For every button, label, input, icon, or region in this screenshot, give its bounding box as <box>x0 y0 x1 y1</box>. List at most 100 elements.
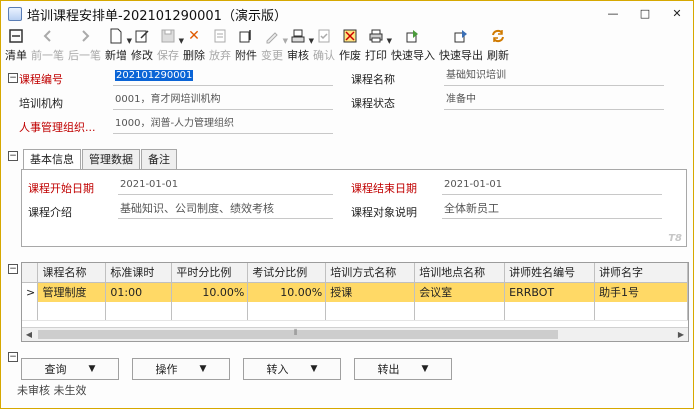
new-caret-icon[interactable]: ▼ <box>127 37 132 45</box>
empty-row <box>22 302 688 321</box>
scroll-thumb[interactable]: ⦀ <box>38 328 558 339</box>
save-button[interactable]: ▼ 保存 <box>155 27 184 67</box>
col-standard-hours[interactable]: 标准课时 <box>105 263 173 283</box>
cell-training-method[interactable]: 授课 <box>325 282 416 302</box>
training-org-field[interactable]: 0001，育才网培训机构 <box>113 92 333 110</box>
course-name-field[interactable]: 基础知识培训 <box>444 68 664 86</box>
tab-management-data[interactable]: 管理数据 <box>82 149 140 169</box>
void-label: 作废 <box>339 49 361 62</box>
import-icon <box>404 27 422 45</box>
cell-lecturer-name[interactable]: 助手1号 <box>594 282 688 302</box>
close-button[interactable]: ✕ <box>661 1 693 25</box>
col-course-name[interactable]: 课程名称 <box>37 263 107 283</box>
attach-button[interactable]: 附件 <box>233 27 259 67</box>
tab-remarks[interactable]: 备注 <box>141 149 177 169</box>
attachment-icon <box>237 27 255 45</box>
transfer-out-caret-icon: ▼ <box>421 364 429 374</box>
tab-basic-info[interactable]: 基本信息 <box>23 149 81 170</box>
refresh-button[interactable]: 刷新 <box>485 27 511 67</box>
clear-label: 清单 <box>5 49 27 62</box>
audit-caret-icon[interactable]: ▼ <box>309 37 314 45</box>
transfer-out-label: 转出 <box>377 363 400 376</box>
quick-import-button[interactable]: 快速导入 <box>389 27 437 67</box>
quick-export-label: 快速导出 <box>439 49 483 62</box>
cell-training-location[interactable]: 会议室 <box>414 282 506 302</box>
clear-button[interactable]: 清单 <box>3 27 29 67</box>
scroll-left-icon[interactable]: ◀ <box>22 328 36 341</box>
col-regular-score-ratio[interactable]: 平时分比例 <box>171 263 249 283</box>
title-bar: 培训课程安排单-202101290001（演示版） — □ ✕ <box>1 1 693 27</box>
attach-label: 附件 <box>235 49 257 62</box>
cell-lecturer-code[interactable]: ERRBOT <box>504 282 596 302</box>
next-button[interactable]: 后一笔 <box>66 27 103 67</box>
query-label: 查询 <box>44 363 67 376</box>
save-caret-icon[interactable]: ▼ <box>179 37 184 45</box>
window-title: 培训课程安排单-202101290001（演示版） <box>27 8 287 24</box>
arrow-right-icon <box>76 27 94 45</box>
window-controls: — □ ✕ <box>597 1 693 25</box>
header-collapse-toggle[interactable]: − <box>8 73 18 83</box>
change-button[interactable]: ▼ 变更 <box>259 27 288 67</box>
table-row[interactable]: > 管理制度 01:00 10.00% 10.00% 授课 会议室 ERRBOT… <box>22 282 688 302</box>
edit-button[interactable]: 修改 <box>129 27 155 67</box>
horizontal-scrollbar[interactable]: ◀ ⦀ ▶ <box>22 327 688 341</box>
course-status-label: 课程状态 <box>351 97 395 110</box>
print-label: 打印 <box>365 49 387 62</box>
tabs-collapse-toggle[interactable]: − <box>8 151 18 161</box>
intro-field[interactable]: 基础知识、公司制度、绩效考核 <box>118 201 333 219</box>
print-button[interactable]: ▼ 打印 <box>363 27 392 67</box>
main-window: 培训课程安排单-202101290001（演示版） — □ ✕ 清单 前一笔 后… <box>0 0 694 409</box>
scroll-right-icon[interactable]: ▶ <box>674 328 688 341</box>
cell-regular-score-ratio[interactable]: 10.00% <box>171 282 249 302</box>
row-indicator: > <box>22 282 39 302</box>
save-label: 保存 <box>157 49 179 62</box>
audit-button[interactable]: ▼ 审核 <box>285 27 314 67</box>
minimize-button[interactable]: — <box>597 1 629 25</box>
grid-collapse-toggle[interactable]: − <box>8 264 18 274</box>
abandon-label: 放弃 <box>209 49 231 62</box>
quick-export-button[interactable]: 快速导出 <box>437 27 485 67</box>
confirm-icon <box>315 27 333 45</box>
hr-org-field[interactable]: 1000，润普-人力管理组织 <box>113 116 333 134</box>
col-lecturer-code[interactable]: 讲师姓名编号 <box>504 263 596 283</box>
end-date-field[interactable]: 2021-01-01 <box>442 177 662 195</box>
target-field[interactable]: 全体新员工 <box>442 201 662 219</box>
maximize-button[interactable]: □ <box>629 1 661 25</box>
new-button[interactable]: ▼ 新增 <box>103 27 132 67</box>
confirm-button[interactable]: 确认 <box>311 27 337 67</box>
change-icon: ▼ <box>263 27 288 45</box>
print-caret-icon[interactable]: ▼ <box>387 37 392 45</box>
query-button[interactable]: 查询 ▼ <box>21 358 119 380</box>
actions-collapse-toggle[interactable]: − <box>8 352 18 362</box>
cell-exam-score-ratio[interactable]: 10.00% <box>247 282 327 302</box>
transfer-in-button[interactable]: 转入 ▼ <box>243 358 341 380</box>
delete-button[interactable]: ✕ 删除 <box>181 27 207 67</box>
save-icon: ▼ <box>159 27 184 45</box>
abandon-icon <box>211 27 229 45</box>
end-date-label: 课程结束日期 <box>351 182 417 195</box>
change-caret-icon[interactable]: ▼ <box>283 37 288 45</box>
cell-standard-hours[interactable]: 01:00 <box>105 282 173 302</box>
col-lecturer-name[interactable]: 讲师名字 <box>594 263 688 283</box>
abandon-button[interactable]: 放弃 <box>207 27 233 67</box>
transfer-out-button[interactable]: 转出 ▼ <box>354 358 452 380</box>
confirm-label: 确认 <box>313 49 335 62</box>
query-caret-icon: ▼ <box>88 364 96 374</box>
start-date-field[interactable]: 2021-01-01 <box>118 177 333 195</box>
col-training-location[interactable]: 培训地点名称 <box>414 263 506 283</box>
hr-org-label[interactable]: 人事管理组织... <box>19 119 96 135</box>
col-training-method[interactable]: 培训方式名称 <box>325 263 416 283</box>
quick-import-label: 快速导入 <box>391 49 435 62</box>
edit-icon <box>133 27 151 45</box>
col-exam-score-ratio[interactable]: 考试分比例 <box>247 263 327 283</box>
void-icon <box>341 27 359 45</box>
course-status-field[interactable]: 准备中 <box>444 92 664 110</box>
void-button[interactable]: 作废 <box>337 27 363 67</box>
course-no-field[interactable]: 202101290001 <box>113 68 333 86</box>
cell-course-name[interactable]: 管理制度 <box>37 282 107 302</box>
operate-button[interactable]: 操作 ▼ <box>132 358 230 380</box>
prev-button[interactable]: 前一笔 <box>29 27 66 67</box>
operate-caret-icon: ▼ <box>199 364 207 374</box>
delete-x-icon: ✕ <box>188 28 200 44</box>
training-org-label: 培训机构 <box>19 97 63 110</box>
